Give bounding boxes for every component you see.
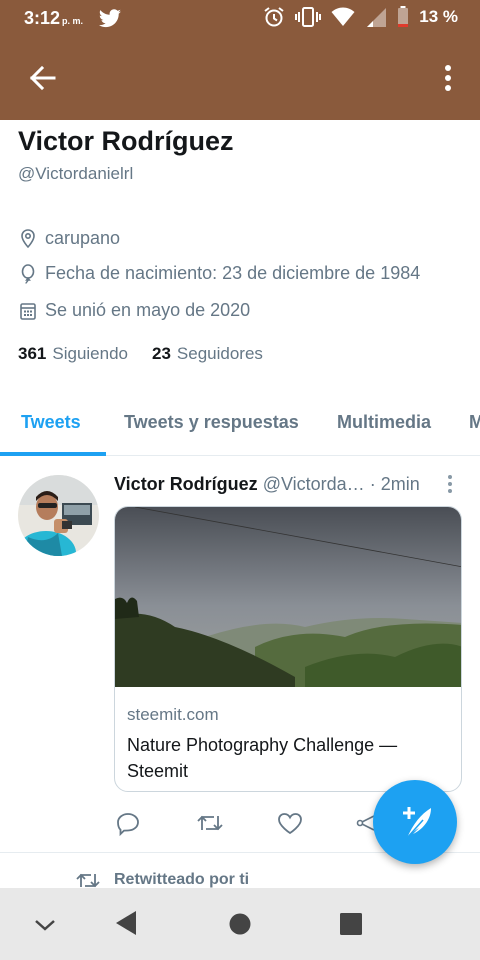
nav-home-icon[interactable] bbox=[229, 913, 251, 935]
profile-name: Victor Rodríguez bbox=[18, 126, 234, 156]
nav-recents-icon[interactable] bbox=[339, 912, 363, 936]
vibrate-icon bbox=[295, 7, 322, 27]
location-pin-icon bbox=[21, 228, 35, 248]
chevron-down-icon[interactable] bbox=[32, 914, 58, 934]
tweet-header: Victor Rodríguez @Victorda… · 2min bbox=[114, 474, 434, 495]
card-domain: steemit.com bbox=[127, 705, 219, 724]
card-image bbox=[115, 507, 461, 687]
retweet-icon[interactable] bbox=[196, 806, 224, 840]
top-bar: 3:12 p. m. 13 % bbox=[0, 0, 480, 120]
feather-plus-icon bbox=[403, 807, 431, 839]
tab-likes[interactable]: M bbox=[469, 412, 480, 433]
reply-icon[interactable] bbox=[116, 806, 142, 840]
active-tab-indicator bbox=[0, 452, 106, 456]
link-card[interactable]: steemit.com Nature Photography Challenge… bbox=[114, 506, 462, 792]
status-icons: 13 % bbox=[263, 6, 458, 28]
profile-birthday: Fecha de nacimiento: 23 de diciembre de … bbox=[20, 263, 420, 284]
compose-tweet-button[interactable] bbox=[373, 780, 457, 864]
retweeted-text: Retwitteado por ti bbox=[114, 871, 250, 888]
battery-icon bbox=[398, 6, 409, 27]
birthday-text: Fecha de nacimiento: 23 de diciembre de … bbox=[45, 263, 421, 283]
tweet-author-handle: @Victorda… bbox=[262, 474, 365, 494]
tab-tweets-replies[interactable]: Tweets y respuestas bbox=[124, 412, 299, 433]
balloon-icon bbox=[21, 263, 35, 284]
profile-location: carupano bbox=[20, 228, 120, 249]
wifi-icon bbox=[331, 7, 355, 26]
more-vertical-icon[interactable] bbox=[432, 60, 456, 96]
signal-icon bbox=[367, 8, 387, 27]
alarm-icon bbox=[264, 7, 284, 27]
profile-joined: Se unió en mayo de 2020 bbox=[20, 300, 250, 321]
following-link[interactable]: 361 Siguiendo bbox=[18, 344, 128, 364]
arrow-left-icon[interactable] bbox=[20, 60, 64, 96]
location-text: carupano bbox=[45, 228, 121, 248]
battery-percent: 13 % bbox=[419, 7, 458, 26]
tweet-more-icon[interactable] bbox=[444, 474, 456, 494]
follow-stats: 361 Siguiendo 23 Seguidores bbox=[18, 344, 263, 364]
tweet-time: · 2min bbox=[369, 474, 420, 494]
joined-text: Se unió en mayo de 2020 bbox=[45, 300, 251, 320]
profile-tabs: Tweets Tweets y respuestas Multimedia M bbox=[0, 394, 480, 456]
tab-tweets[interactable]: Tweets bbox=[21, 412, 81, 433]
tab-media[interactable]: Multimedia bbox=[337, 412, 431, 433]
like-icon[interactable] bbox=[276, 806, 304, 840]
card-title: Nature Photography Challenge — Steemit bbox=[127, 735, 398, 781]
profile-handle: @Victordanielrl bbox=[18, 164, 134, 183]
calendar-icon bbox=[20, 302, 36, 320]
retweet-small-icon bbox=[76, 873, 100, 888]
nav-back-icon[interactable] bbox=[114, 910, 138, 936]
tweet-author-name[interactable]: Victor Rodríguez bbox=[114, 474, 258, 494]
system-nav-bar bbox=[0, 888, 480, 960]
twitter-notification-icon bbox=[99, 9, 121, 28]
avatar[interactable] bbox=[18, 475, 99, 556]
retweeted-indicator: Retwitteado por ti bbox=[76, 870, 249, 890]
status-time: 3:12 p. m. bbox=[24, 8, 84, 28]
followers-link[interactable]: 23 Seguidores bbox=[152, 344, 263, 364]
